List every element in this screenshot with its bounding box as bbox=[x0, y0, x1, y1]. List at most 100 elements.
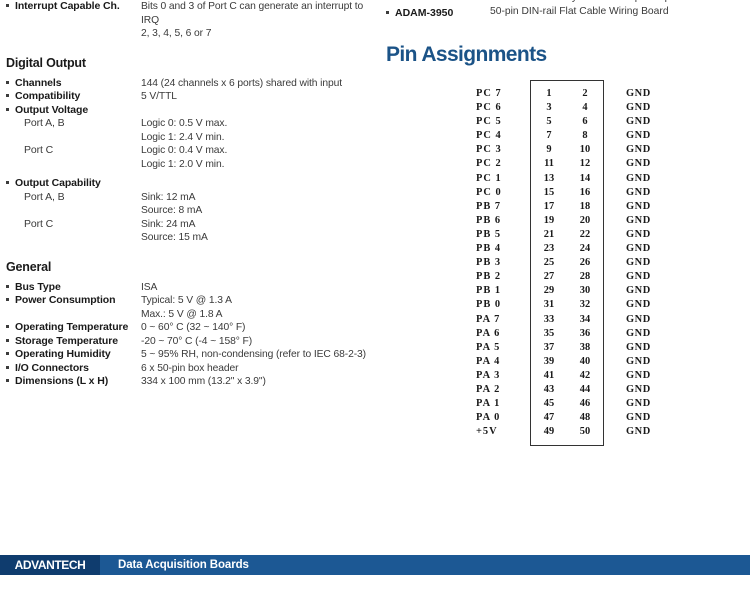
pin-signal-label: PC 2 bbox=[476, 158, 502, 170]
pin-ground-label: GND bbox=[626, 426, 651, 438]
pin-row: PB 1 29 30 GND bbox=[476, 284, 651, 299]
pin-signal-label: PA 1 bbox=[476, 398, 501, 410]
pin-row: PC 6 3 4 GND bbox=[476, 101, 651, 116]
pin-row: PA 0 47 48 GND bbox=[476, 411, 651, 426]
page-footer: ADVANTECH Data Acquisition Boards bbox=[0, 555, 750, 575]
pin-number-even: 34 bbox=[567, 312, 604, 327]
pin-number-odd: 41 bbox=[530, 368, 567, 383]
spec-value: 144 (24 channels x 6 ports) shared with … bbox=[141, 77, 342, 89]
advantech-logo-text: ADVANTECH bbox=[14, 558, 86, 572]
spec-label: Storage Temperature bbox=[15, 334, 118, 347]
bullet-icon bbox=[6, 90, 15, 97]
pin-number-odd: 9 bbox=[530, 143, 567, 158]
pin-number-even: 30 bbox=[567, 284, 604, 299]
pin-ground-label: GND bbox=[626, 313, 651, 325]
pin-ground-label: GND bbox=[626, 412, 651, 424]
pin-ground-label: GND bbox=[626, 144, 651, 156]
pin-number-odd: 7 bbox=[530, 129, 567, 144]
bullet-icon bbox=[6, 335, 15, 342]
accessory-row-adam-3950: ADAM-3950 50-pin DIN-rail Flat Cable Wir… bbox=[386, 5, 750, 21]
spec-row-io-connectors: I/O Connectors 6 x 50-pin box header bbox=[6, 362, 374, 376]
pin-signal-label: PC 6 bbox=[476, 102, 502, 114]
spec-value: Logic 0: 0.5 V max. Logic 1: 2.4 V min. bbox=[141, 117, 374, 144]
pin-number-odd: 23 bbox=[530, 242, 567, 257]
bullet-spacer bbox=[6, 144, 15, 148]
spec-value-line: Logic 0: 0.4 V max. bbox=[141, 145, 228, 156]
pin-ground-label: GND bbox=[626, 116, 651, 128]
pin-ground-label: GND bbox=[626, 102, 651, 114]
spec-row-bus-type: Bus Type ISA bbox=[6, 281, 374, 295]
bullet-spacer bbox=[6, 218, 15, 222]
spec-label: I/O Connectors bbox=[15, 361, 89, 374]
spec-row-compatibility: Compatibility 5 V/TTL bbox=[6, 90, 374, 104]
pin-assignment-diagram: PC 7 1 2 GND PC 6 3 4 GND PC 5 5 6 GND PC 4 7 8 GND PC 3… bbox=[476, 80, 651, 447]
spec-row-output-voltage: Output Voltage bbox=[6, 104, 374, 118]
bullet-icon bbox=[386, 5, 395, 19]
footer-category-title: Data Acquisition Boards bbox=[118, 559, 249, 571]
spec-sublabel: Port C bbox=[24, 217, 54, 230]
pin-number-even: 50 bbox=[567, 425, 604, 440]
spec-value-line: Typical: 5 V @ 1.3 A bbox=[141, 295, 232, 306]
pin-ground-label: GND bbox=[626, 369, 651, 381]
pin-row: PA 2 43 44 GND bbox=[476, 382, 651, 398]
pin-signal-label: +5V bbox=[476, 426, 498, 438]
pin-number-even: 48 bbox=[567, 411, 604, 426]
spec-value: Typical: 5 V @ 1.3 A Max.: 5 V @ 1.8 A bbox=[141, 294, 374, 321]
spec-sublabel: Port A, B bbox=[24, 190, 65, 203]
pin-row: PC 7 1 2 GND bbox=[476, 87, 651, 102]
page-title-pin-assignments: Pin Assignments bbox=[386, 43, 547, 66]
pin-number-even: 24 bbox=[567, 242, 604, 257]
pin-number-odd: 3 bbox=[530, 101, 567, 116]
pin-row: PB 0 31 32 GND bbox=[476, 298, 651, 313]
pin-ground-label: GND bbox=[626, 285, 651, 297]
pin-number-odd: 21 bbox=[530, 227, 567, 243]
pin-ground-label: GND bbox=[626, 355, 651, 367]
pin-signal-label: PB 0 bbox=[476, 299, 502, 311]
spec-sublabel: Port C bbox=[24, 144, 54, 156]
pin-ground-label: GND bbox=[626, 398, 651, 410]
bullet-icon bbox=[6, 375, 15, 382]
pin-number-odd: 39 bbox=[530, 354, 567, 369]
pin-number-odd: 29 bbox=[530, 284, 567, 299]
spec-value-line: Sink: 12 mA bbox=[141, 191, 196, 203]
pin-number-even: 4 bbox=[567, 101, 604, 116]
spec-row-output-capability-port-c: Port C Sink: 24 mA Source: 15 mA bbox=[6, 218, 374, 245]
pin-number-odd: 33 bbox=[530, 312, 567, 327]
pin-signal-label: PC 5 bbox=[476, 116, 502, 128]
spec-row-output-capability: Output Capability bbox=[6, 177, 374, 191]
pin-signal-label: PB 7 bbox=[476, 200, 502, 212]
bullet-icon bbox=[6, 104, 15, 111]
spec-row-operating-temperature: Operating Temperature 0 ~ 60° C (32 ~ 14… bbox=[6, 321, 374, 335]
pin-number-even: 28 bbox=[567, 270, 604, 285]
pin-number-even: 8 bbox=[567, 129, 604, 144]
spec-value-line: Logic 1: 2.0 V min. bbox=[141, 158, 225, 170]
pin-row: PA 1 45 46 GND bbox=[476, 397, 651, 412]
pin-row: PA 7 33 34 GND bbox=[476, 312, 651, 327]
pin-number-odd: 5 bbox=[530, 115, 567, 130]
spec-row-output-capability-port-ab: Port A, B Sink: 12 mA Source: 8 mA bbox=[6, 191, 374, 218]
pin-number-odd: 19 bbox=[530, 213, 567, 228]
pin-row: PC 2 11 12 GND bbox=[476, 157, 651, 172]
pin-number-odd: 47 bbox=[530, 411, 567, 426]
pin-ground-label: GND bbox=[626, 299, 651, 311]
pin-signal-label: PB 4 bbox=[476, 243, 502, 255]
spec-value: Logic 0: 0.4 V max. Logic 1: 2.0 V min. bbox=[141, 144, 374, 171]
spec-value: 5 V/TTL bbox=[141, 91, 177, 102]
pin-row: PC 1 13 14 GND bbox=[476, 171, 651, 186]
pad-cell bbox=[604, 439, 651, 446]
pin-number-odd: 35 bbox=[530, 326, 567, 341]
spec-sublabel: Port A, B bbox=[24, 117, 65, 129]
pin-row: PA 6 35 36 GND bbox=[476, 326, 651, 341]
pin-number-even: 20 bbox=[567, 213, 604, 228]
pin-row: PA 3 41 42 GND bbox=[476, 368, 651, 383]
pin-number-even: 12 bbox=[567, 157, 604, 172]
pin-number-odd: 27 bbox=[530, 270, 567, 285]
spec-label: Bus Type bbox=[15, 280, 61, 293]
spec-value: Sink: 24 mA Source: 15 mA bbox=[141, 218, 374, 245]
pin-number-odd: 49 bbox=[530, 425, 567, 440]
spec-value: Bits 0 and 3 of Port C can generate an i… bbox=[141, 0, 374, 41]
spec-value: -20 ~ 70° C (-4 ~ 158° F) bbox=[141, 335, 253, 347]
spec-row-output-voltage-port-c: Port C Logic 0: 0.4 V max. Logic 1: 2.0 … bbox=[6, 144, 374, 171]
pin-number-odd: 25 bbox=[530, 256, 567, 271]
spec-label: Interrupt Capable Ch. bbox=[15, 0, 120, 12]
